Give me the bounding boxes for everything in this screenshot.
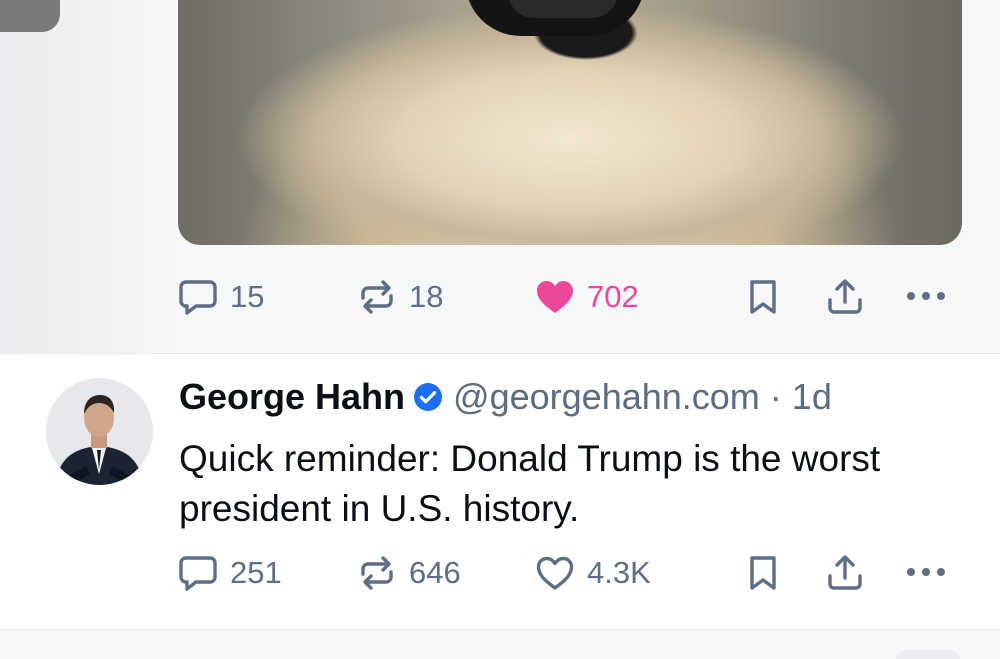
- author-handle[interactable]: @georgehahn.com: [453, 376, 760, 418]
- bookmark-button[interactable]: [746, 554, 780, 592]
- repost-icon: [361, 556, 393, 590]
- repost-button[interactable]: 18: [357, 278, 443, 316]
- reply-button[interactable]: 251: [178, 554, 282, 592]
- more-horizontal-icon: [907, 292, 945, 300]
- previous-post-gutter: [0, 0, 180, 353]
- reply-button[interactable]: 15: [178, 278, 264, 316]
- previous-post: 15 18 702: [0, 0, 1000, 353]
- repost-count: 646: [409, 555, 461, 590]
- reply-count: 15: [230, 279, 265, 314]
- heart-filled-icon: [537, 281, 573, 313]
- more-horizontal-icon: [907, 568, 945, 576]
- bookmark-icon: [750, 556, 776, 590]
- share-button[interactable]: [826, 554, 864, 592]
- verified-badge-icon: [414, 383, 443, 411]
- reply-count: 251: [230, 555, 282, 590]
- next-post-edge: [896, 650, 960, 659]
- next-post: [0, 630, 1000, 659]
- bookmark-button[interactable]: [746, 278, 780, 316]
- reply-icon: [179, 556, 217, 591]
- heart-outline-icon: [536, 556, 574, 590]
- bookmark-icon: [750, 280, 776, 314]
- avatar-photo: [46, 378, 153, 485]
- more-options-button[interactable]: [906, 564, 946, 580]
- dog-mouth-inner: [508, 0, 618, 18]
- post-timestamp[interactable]: 1d: [792, 376, 832, 418]
- meta-separator: ·: [769, 376, 782, 417]
- repost-icon: [361, 280, 393, 314]
- share-icon: [828, 279, 862, 314]
- like-count: 702: [587, 279, 639, 314]
- repost-count: 18: [409, 279, 444, 314]
- post-image-dog[interactable]: [178, 0, 962, 245]
- feed-post[interactable]: George Hahn @georgehahn.com · 1d Quick r…: [0, 354, 1000, 629]
- like-button[interactable]: 702: [535, 278, 639, 316]
- like-count: 4.3K: [587, 555, 651, 590]
- more-options-button[interactable]: [906, 288, 946, 304]
- reply-icon: [179, 280, 217, 315]
- post-text: Quick reminder: Donald Trump is the wors…: [179, 438, 881, 529]
- like-button[interactable]: 4.3K: [535, 554, 651, 592]
- avatar[interactable]: [46, 378, 153, 485]
- share-icon: [828, 555, 862, 590]
- post-header: George Hahn @georgehahn.com · 1d: [179, 376, 832, 418]
- previous-post-avatar-edge: [0, 0, 60, 32]
- author-name[interactable]: George Hahn: [179, 376, 405, 418]
- repost-button[interactable]: 646: [357, 554, 461, 592]
- share-button[interactable]: [826, 278, 864, 316]
